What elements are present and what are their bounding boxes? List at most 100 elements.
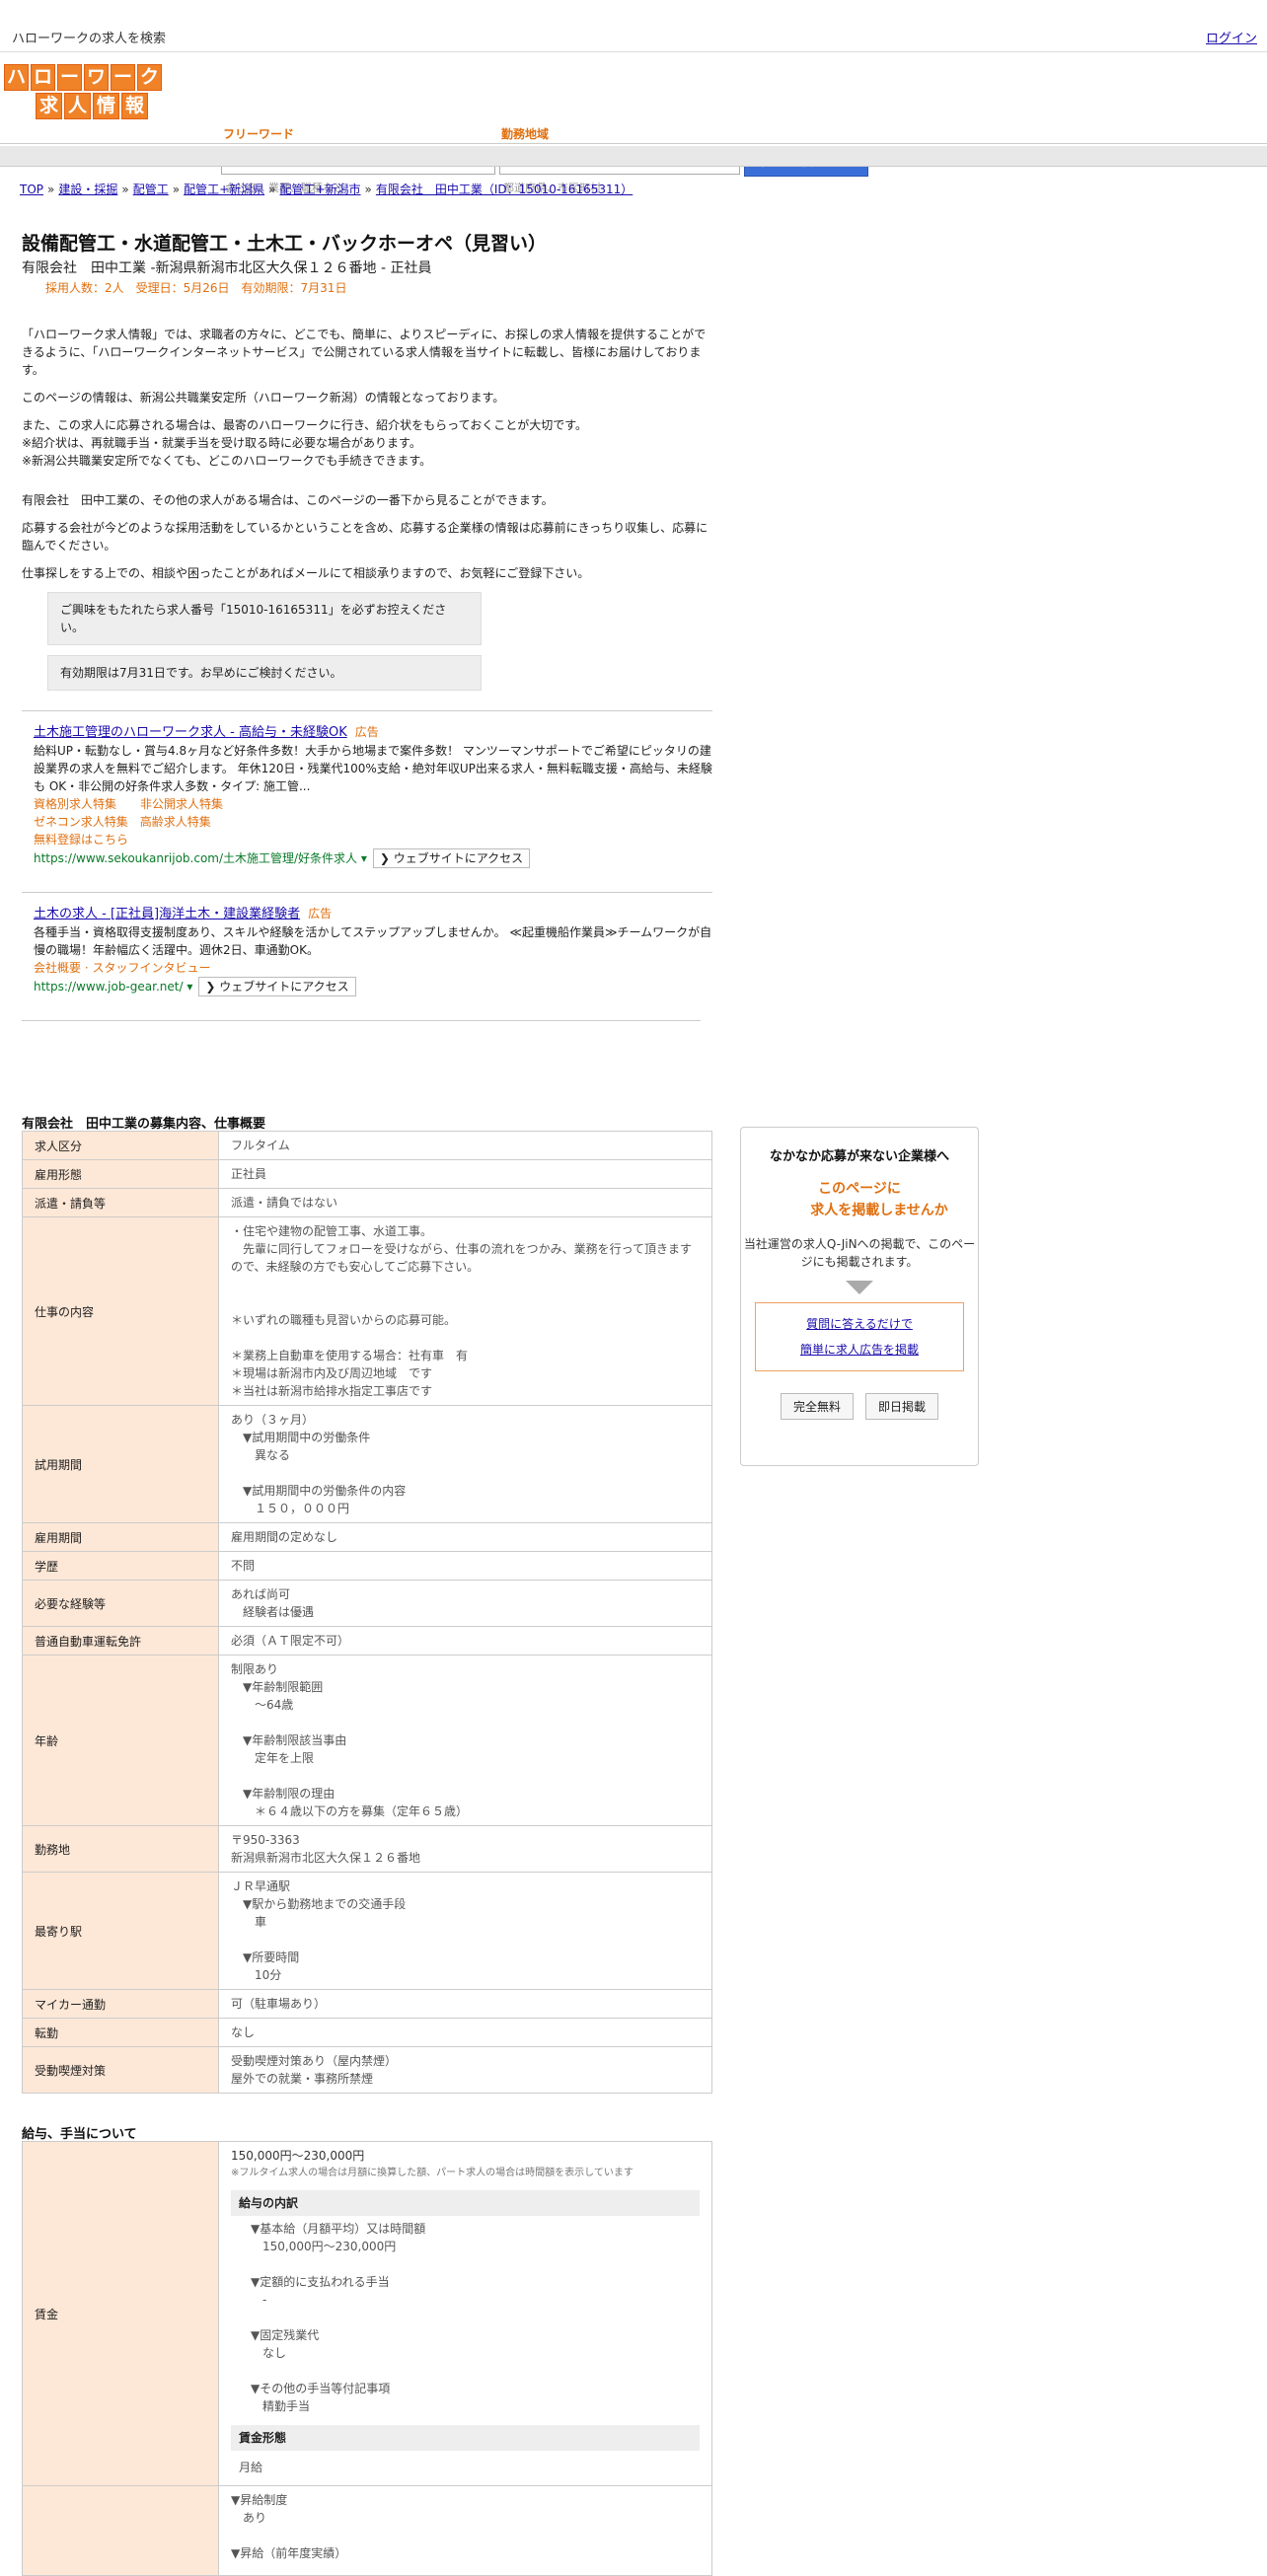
logo-char: 報 bbox=[121, 93, 148, 119]
intro-p3b: ※紹介状は、再就職手当・就業手当を受け取る時に必要な場合があります。 bbox=[22, 436, 421, 450]
breadcrumb-link[interactable]: TOP bbox=[20, 183, 43, 196]
row-value: 受動喫煙対策あり（屋内禁煙） 屋外での就業・事務所禁煙 bbox=[218, 2046, 712, 2094]
breadcrumb-link[interactable]: 配管工+新潟市 bbox=[279, 183, 360, 196]
row-key: 仕事の内容 bbox=[22, 1216, 219, 1406]
row-key: 受動喫煙対策 bbox=[22, 2046, 219, 2094]
intro-p6: 仕事探しをする上での、相談や困ったことがあればメールにて相談承りますので、お気軽… bbox=[22, 566, 590, 580]
row-value: 〒950-3363 新潟県新潟市北区大久保１２６番地 bbox=[218, 1825, 712, 1873]
arrow-down-icon bbox=[846, 1281, 873, 1294]
area-label: 勤務地域 bbox=[501, 127, 550, 141]
wage-range: 150,000円〜230,000円 bbox=[231, 2149, 365, 2163]
ad-url[interactable]: https://www.sekoukanrijob.com/土木施工管理/好条件… bbox=[34, 851, 367, 865]
table-row: 雇用形態 正社員 bbox=[22, 1159, 712, 1189]
row-key bbox=[22, 2485, 219, 2576]
side-link-2[interactable]: 簡単に求人広告を掲載 bbox=[800, 1343, 919, 1357]
ad-sitelinks[interactable]: 無料登録はこちら bbox=[34, 831, 712, 848]
breadcrumb-separator: » bbox=[364, 183, 372, 196]
row-value: 正社員 bbox=[218, 1159, 712, 1189]
ad-body: 給料UP・転勤なし・賞与4.8ヶ月など好条件多数！大手から地場まで案件多数！ マ… bbox=[34, 744, 712, 793]
ad-block: 土木施工管理のハローワーク求人 - 高給与・未経験OK 広告 給料UP・転勤なし・… bbox=[22, 710, 712, 878]
row-value: 可（駐車場あり） bbox=[218, 1989, 712, 2019]
ad-sitelinks[interactable]: ゼネコン求人特集 高齢求人特集 bbox=[34, 813, 712, 831]
ad-title-link[interactable]: 土木の求人 - [正社員]海洋土木・建設業経験者 bbox=[34, 907, 300, 921]
ad-sitelinks[interactable]: 資格別求人特集 非公開求人特集 bbox=[34, 795, 712, 813]
intro-p5: 応募する会社が今どのような採用活動をしているかということを含め、応募する企業様の… bbox=[22, 521, 708, 552]
row-value: 必須（ＡＴ限定不可） bbox=[218, 1626, 712, 1656]
company-line: 有限会社 田中工業 -新潟県新潟市北区大久保１２６番地 - 正社員 bbox=[22, 260, 432, 276]
row-value: 150,000円〜230,000円 ※フルタイム求人の場合は月額に換算した額、パ… bbox=[218, 2141, 712, 2486]
row-key: 年齢 bbox=[22, 1655, 219, 1826]
wage-type-head: 賃金形態 bbox=[231, 2425, 700, 2451]
table-row: ▼昇給制度 あり ▼昇給（前年度実績） bbox=[22, 2485, 712, 2576]
visit-site-button[interactable]: ❯ ウェブサイトにアクセス bbox=[198, 977, 356, 996]
breadcrumb-link[interactable]: 建設・採掘 bbox=[58, 183, 117, 196]
breadcrumb: TOP» 建設・採掘» 配管工» 配管工+新潟県» 配管工+新潟市» 有限会社 田中工業（… bbox=[20, 181, 633, 197]
row-value: フルタイム bbox=[218, 1131, 712, 1160]
breadcrumb-link[interactable]: 配管工+新潟県 bbox=[184, 183, 264, 196]
table-row: 学歴 不問 bbox=[22, 1551, 712, 1581]
row-key: 学歴 bbox=[22, 1551, 219, 1581]
row-value: あり（３ヶ月） ▼試用期間中の労働条件 異なる ▼試用期間中の労働条件の内容 １… bbox=[218, 1405, 712, 1523]
ad-sitelinks[interactable]: 会社概要 · スタッフインタビュー bbox=[34, 959, 712, 977]
row-key: 必要な経験等 bbox=[22, 1580, 219, 1627]
salary-table: 賃金 150,000円〜230,000円 ※フルタイム求人の場合は月額に換算した… bbox=[22, 2141, 712, 2576]
row-value: 制限あり ▼年齢制限範囲 〜64歳 ▼年齢制限該当事由 定年を上限 ▼年齢制限の… bbox=[218, 1655, 712, 1826]
row-key: マイカー通勤 bbox=[22, 1989, 219, 2019]
site-logo[interactable]: ハローワーク 求人情報 bbox=[4, 64, 178, 119]
row-key: 雇用期間 bbox=[22, 1522, 219, 1552]
job-meta: 採用人数：2人 受理日：5月26日 有効期限：7月31日 bbox=[45, 281, 347, 295]
ad-tag: 広告 bbox=[354, 725, 379, 739]
breadcrumb-separator: » bbox=[268, 183, 276, 196]
table-row: 受動喫煙対策 受動喫煙対策あり（屋内禁煙） 屋外での就業・事務所禁煙 bbox=[22, 2046, 712, 2094]
table-row: 年齢 制限あり ▼年齢制限範囲 〜64歳 ▼年齢制限該当事由 定年を上限 ▼年齢制… bbox=[22, 1655, 712, 1826]
logo-char: ハ bbox=[4, 64, 29, 91]
logo-char: ロ bbox=[31, 64, 55, 91]
intro-p1: 「ハローワーク求人情報」では、求職者の方々に、どこでも、簡単に、よりスピーディに… bbox=[22, 328, 707, 377]
breadcrumb-link[interactable]: 配管工 bbox=[133, 183, 169, 196]
side-desc: 当社運営の求人Q-JiNへの掲載で、このページにも掲載されます。 bbox=[743, 1237, 976, 1269]
wage-breakdown-head: 給与の内訳 bbox=[231, 2190, 700, 2216]
top-bar: ハローワークの求人を検索 ログイン bbox=[0, 0, 1267, 52]
row-key: 試用期間 bbox=[22, 1405, 219, 1523]
row-key: 求人区分 bbox=[22, 1131, 219, 1160]
intro-p4: 有限会社 田中工業の、その他の求人がある場合は、このページの一番下から見ることが… bbox=[22, 493, 554, 507]
section-title: 給与、手当について bbox=[22, 2127, 137, 2142]
ad-tag: 広告 bbox=[308, 907, 333, 920]
wage-breakdown: ▼基本給（月額平均）又は時間額 150,000円〜230,000円 ▼定額的に支… bbox=[251, 2222, 426, 2413]
notice-job-number: ご興味をもたれたら求人番号「15010-16165311」を必ずお控えください。 bbox=[47, 592, 482, 645]
row-value: なし bbox=[218, 2018, 712, 2047]
ad-title-link[interactable]: 土木施工管理のハローワーク求人 - 高給与・未経験OK bbox=[34, 725, 347, 740]
page-title: 設備配管工・水道配管工・土木工・バックホーオペ（見習い） bbox=[22, 233, 548, 255]
intro-text: 「ハローワーク求人情報」では、求職者の方々に、どこでも、簡単に、よりスピーディに… bbox=[22, 326, 712, 582]
breadcrumb-separator: » bbox=[121, 183, 129, 196]
table-row: 雇用期間 雇用期間の定めなし bbox=[22, 1522, 712, 1552]
row-key: 普通自動車運転免許 bbox=[22, 1626, 219, 1656]
site-tagline: ハローワークの求人を検索 bbox=[12, 32, 167, 46]
breadcrumb-link[interactable]: 有限会社 田中工業（ID：15010-16165311） bbox=[376, 183, 633, 196]
free-button[interactable]: 完全無料 bbox=[780, 1393, 854, 1420]
side-link-1[interactable]: 質問に答えるだけで bbox=[806, 1317, 913, 1331]
logo-char: ワ bbox=[84, 64, 109, 91]
logo-char: ー bbox=[111, 64, 135, 91]
table-row: 勤務地 〒950-3363 新潟県新潟市北区大久保１２６番地 bbox=[22, 1825, 712, 1873]
row-value: 雇用期間の定めなし bbox=[218, 1522, 712, 1552]
row-key: 雇用形態 bbox=[22, 1159, 219, 1189]
login-link[interactable]: ログイン bbox=[1206, 28, 1257, 46]
logo-char: 求 bbox=[36, 93, 62, 119]
wage-note: ※フルタイム求人の場合は月額に換算した額、パート求人の場合は時間額を表示していま… bbox=[231, 2168, 634, 2178]
table-row: 必要な経験等 あれば尚可 経験者は優遇 bbox=[22, 1580, 712, 1627]
row-value: 派遣・請負ではない bbox=[218, 1188, 712, 1217]
same-day-button[interactable]: 即日掲載 bbox=[865, 1393, 939, 1420]
ad-url[interactable]: https://www.job-gear.net/ ▾ bbox=[34, 980, 192, 994]
logo-char: 人 bbox=[64, 93, 91, 119]
logo-char: 情 bbox=[93, 93, 119, 119]
intro-p3a: また、この求人に応募される場合は、最寄のハローワークに行き、紹介状をもらっておく… bbox=[22, 418, 588, 432]
visit-site-button[interactable]: ❯ ウェブサイトにアクセス bbox=[372, 848, 531, 868]
row-value: 不問 bbox=[218, 1551, 712, 1581]
row-key: 派遣・請負等 bbox=[22, 1188, 219, 1217]
table-row: 賃金 150,000円〜230,000円 ※フルタイム求人の場合は月額に換算した… bbox=[22, 2141, 712, 2486]
row-value: あれば尚可 経験者は優遇 bbox=[218, 1580, 712, 1627]
breadcrumb-separator: » bbox=[47, 183, 55, 196]
table-row: 普通自動車運転免許 必須（ＡＴ限定不可） bbox=[22, 1626, 712, 1656]
table-row: 派遣・請負等 派遣・請負ではない bbox=[22, 1188, 712, 1217]
